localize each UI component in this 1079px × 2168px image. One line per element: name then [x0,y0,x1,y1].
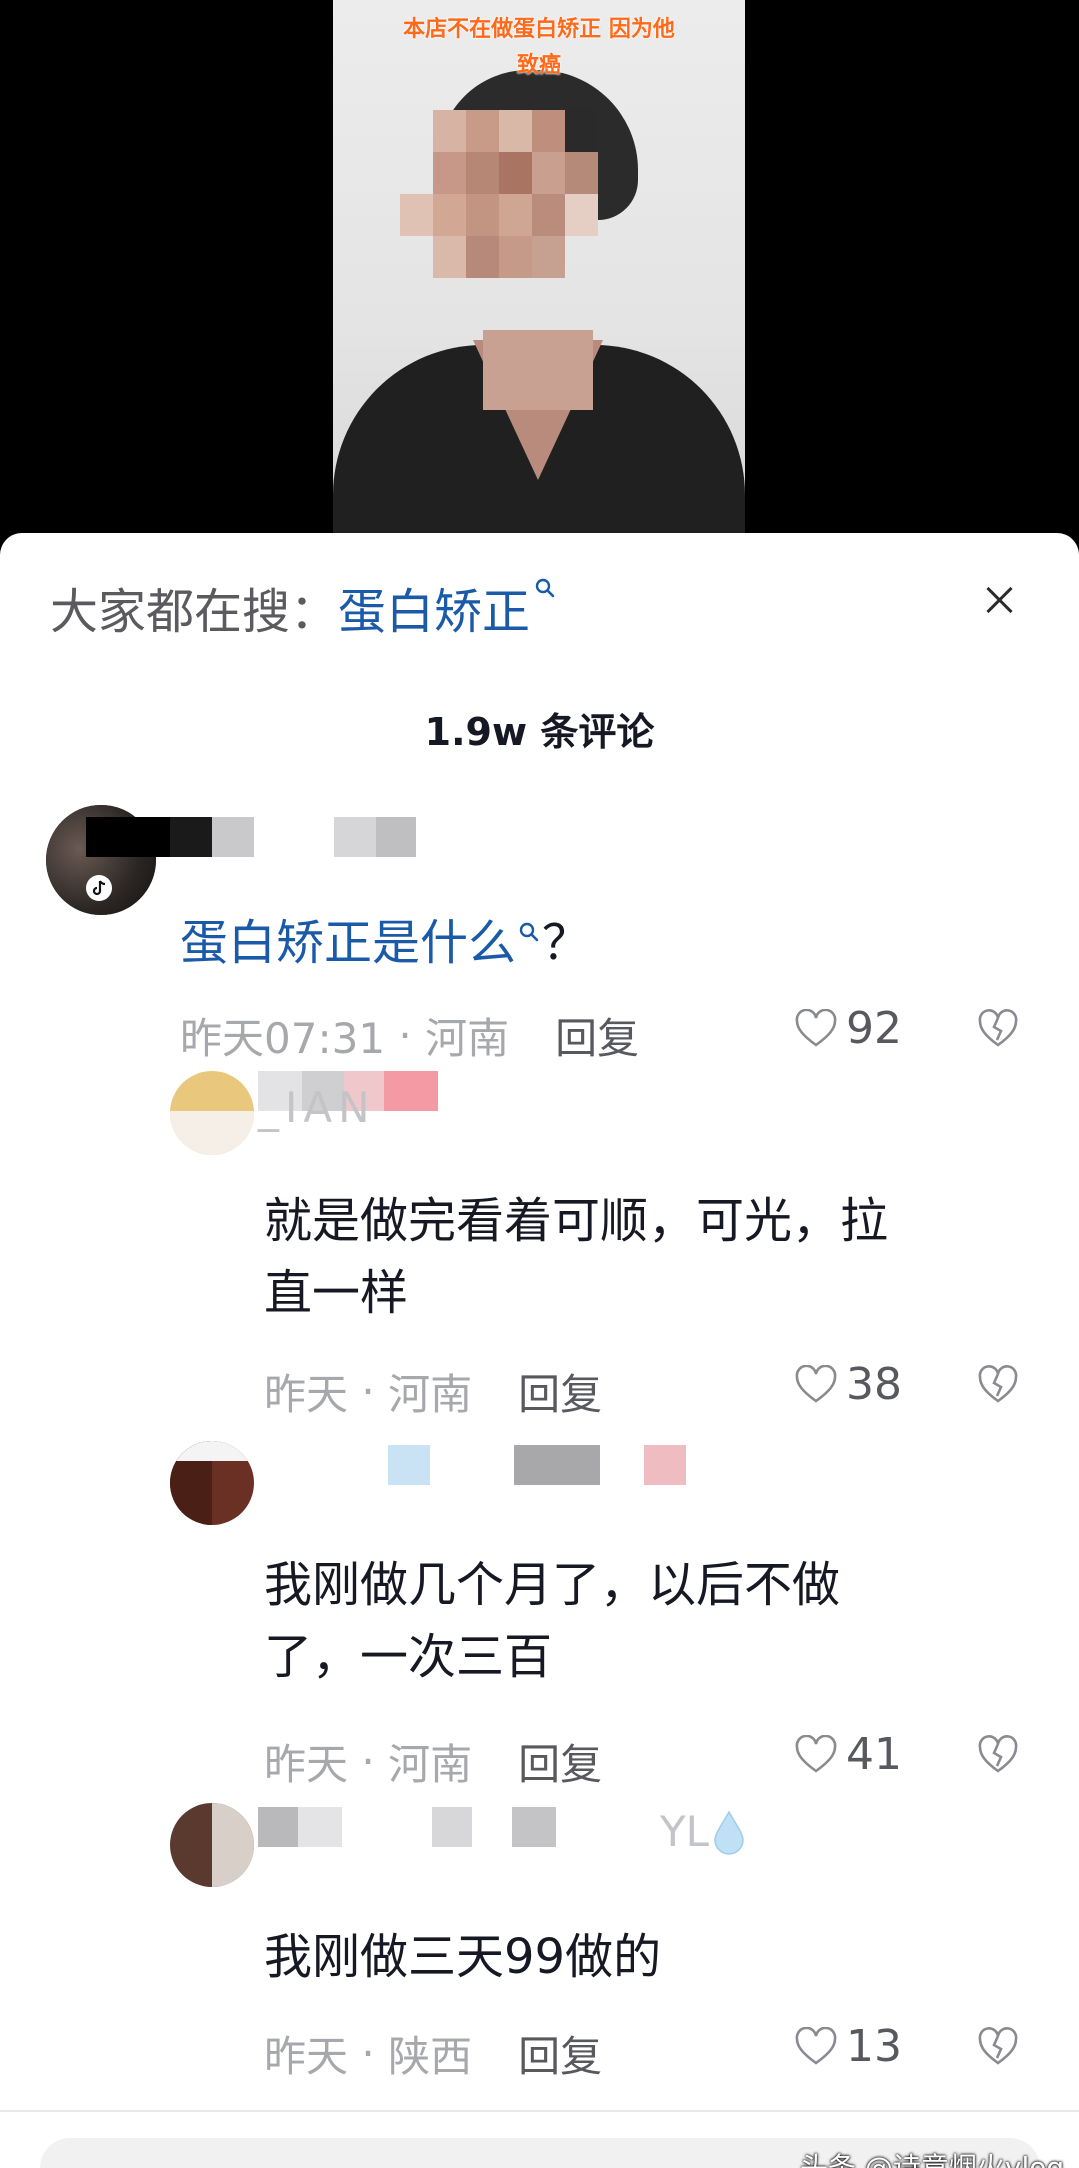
comment-meta: 昨天 · 陕西 回复 [264,2023,602,2084]
video-caption-line-2: 致癌 [516,53,561,78]
comment-time: 昨天 [264,1370,349,1419]
comment-count: 1.9w 条评论 [424,710,655,754]
close-icon[interactable] [968,569,1032,633]
comment-time: 昨天 [264,1740,349,1789]
comment-text: 蛋白矫正是什么 ？ [180,907,590,989]
separator-dot: · [348,1367,389,1416]
like-count: 92 [846,1003,902,1054]
tiktok-badge-icon [86,875,112,901]
avatar[interactable] [170,1441,254,1525]
comment-location: 河南 [388,1740,473,1789]
trending-search-row: 大家都在搜： 蛋白矫正 [50,577,556,640]
divider [0,2110,1079,2112]
search-icon[interactable] [534,577,556,605]
comment-time: 昨天 [264,2032,349,2081]
like-button[interactable]: 92 [794,1003,902,1054]
reply-button[interactable]: 回复 [518,1361,602,1422]
comment-text-line-1: 我刚做三天99做的 [264,1929,662,1985]
broken-heart-icon[interactable] [976,2025,1020,2069]
comment-text: 我刚做几个月了，以后不做 了，一次三百 [264,1549,840,1693]
username-blurred[interactable] [258,1807,556,1847]
comment-location: 河南 [425,1014,510,1063]
comment-text-line-2: 了，一次三百 [264,1629,553,1685]
separator-dot: · [385,1011,426,1060]
reply-button[interactable]: 回复 [518,1731,602,1792]
like-count: 41 [846,1729,902,1780]
comment-text-line-2: 直一样 [264,1265,409,1321]
heart-icon [795,1734,837,1773]
pixelated-face [400,110,643,360]
broken-heart-icon[interactable] [976,1733,1020,1777]
heart-icon [795,1364,837,1403]
like-button[interactable]: 13 [794,2021,902,2072]
trending-search-label: 大家都在搜： [50,584,339,640]
comment-text-line-1: 我刚做几个月了，以后不做 [264,1557,841,1613]
broken-heart-icon[interactable] [976,1007,1020,1051]
username-blurred[interactable] [300,1445,686,1485]
reply-button[interactable]: 回复 [518,2023,602,2084]
username-fragment-wrap: YL [660,1807,749,1856]
like-button[interactable]: 38 [794,1359,902,1410]
like-count: 13 [846,2021,902,2072]
username-blurred[interactable] [86,817,416,857]
comment-text-line-1: 就是做完看着可顺，可光，拉 [264,1193,889,1249]
search-icon[interactable] [518,901,540,973]
comment-time: 昨天07:31 [180,1014,386,1063]
separator-dot: · [348,2029,389,2078]
comment-search-link[interactable]: 蛋白矫正是什么 [180,915,516,971]
trending-search-link[interactable]: 蛋白矫正 [338,572,530,642]
video-caption: 本店不在做蛋白矫正 因为他 致癌 [333,12,745,84]
comment-location: 河南 [388,1370,473,1419]
comment-meta: 昨天07:31 · 河南 回复 [180,1005,639,1066]
like-button[interactable]: 41 [794,1729,902,1780]
video-player[interactable]: 本店不在做蛋白矫正 因为他 致癌 [0,0,1079,540]
comment-location: 陕西 [388,2032,473,2081]
comment-text: 就是做完看着可顺，可光，拉 直一样 [264,1185,888,1329]
video-caption-line-1: 本店不在做蛋白矫正 因为他 [403,17,675,42]
video-frame: 本店不在做蛋白矫正 因为他 致癌 [333,0,745,540]
reply-button[interactable]: 回复 [555,1005,639,1066]
heart-icon [795,2026,837,2065]
comment-meta: 昨天 · 河南 回复 [264,1731,602,1792]
avatar[interactable] [170,1803,254,1887]
comment-text: 我刚做三天99做的 [264,1921,661,1993]
username-fragment: _IAN [258,1083,376,1132]
heart-icon [795,1008,837,1047]
avatar[interactable] [170,1071,254,1155]
comment-text-tail: ？ [542,915,591,971]
broken-heart-icon[interactable] [976,1363,1020,1407]
username-fragment: YL [660,1807,710,1856]
like-count: 38 [846,1359,902,1410]
watermark: 头条 @诗意烟火vlog [800,2151,1065,2168]
separator-dot: · [348,1737,389,1786]
water-drop-icon [714,1809,744,1855]
comment-meta: 昨天 · 河南 回复 [264,1361,602,1422]
comment-sheet: 大家都在搜： 蛋白矫正 1.9w 条评论 蛋白矫正是什么 ？ 昨天07:31 · … [0,533,1079,2168]
